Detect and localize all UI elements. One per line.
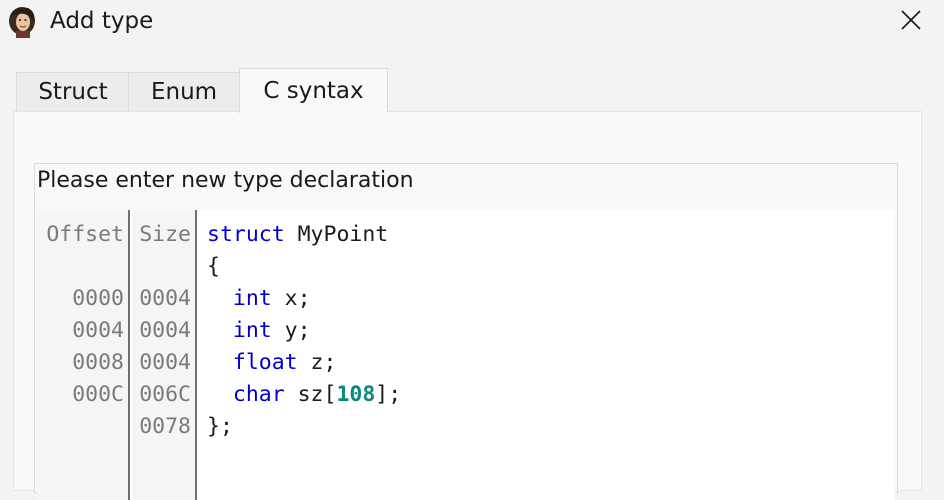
code-line: int y; (207, 318, 311, 343)
declaration-prompt: Please enter new type declaration (37, 168, 414, 193)
title-bar: Add type (0, 0, 944, 48)
code-line: char sz[108]; (207, 382, 402, 407)
declaration-group: Please enter new type declaration Offset… (34, 163, 898, 500)
code-line: struct MyPoint (207, 222, 389, 247)
offset-header: Offset (46, 222, 124, 247)
code-editor[interactable]: Offset 0000 0004 0008 000C Size 0004 000… (37, 210, 895, 500)
size-value: 0004 (139, 286, 191, 311)
close-icon (901, 10, 921, 34)
offset-value: 0000 (72, 286, 124, 311)
close-button[interactable] (878, 0, 944, 44)
portrait-icon (6, 6, 38, 38)
tab-label: Enum (150, 79, 218, 105)
size-header: Size (139, 222, 191, 247)
tab-c-syntax[interactable]: C syntax (239, 68, 388, 113)
code-line: { (207, 254, 220, 279)
tab-label: Struct (38, 79, 108, 105)
size-value: 0004 (139, 350, 191, 375)
code-line: float z; (207, 350, 337, 375)
window-title: Add type (50, 8, 154, 34)
size-gutter: Size 0004 0004 0004 006C 0078 (132, 210, 197, 500)
tab-enum[interactable]: Enum (128, 72, 240, 111)
offset-value: 0004 (72, 318, 124, 343)
offset-gutter: Offset 0000 0004 0008 000C (37, 210, 130, 500)
size-value: 0004 (139, 318, 191, 343)
size-value: 006C (139, 382, 191, 407)
offset-value: 0008 (72, 350, 124, 375)
offset-value: 000C (72, 382, 124, 407)
size-value: 0078 (139, 414, 191, 439)
tab-label: C syntax (263, 78, 364, 104)
tab-struct[interactable]: Struct (16, 72, 130, 111)
code-line: int x; (207, 286, 311, 311)
code-line: }; (207, 414, 233, 439)
